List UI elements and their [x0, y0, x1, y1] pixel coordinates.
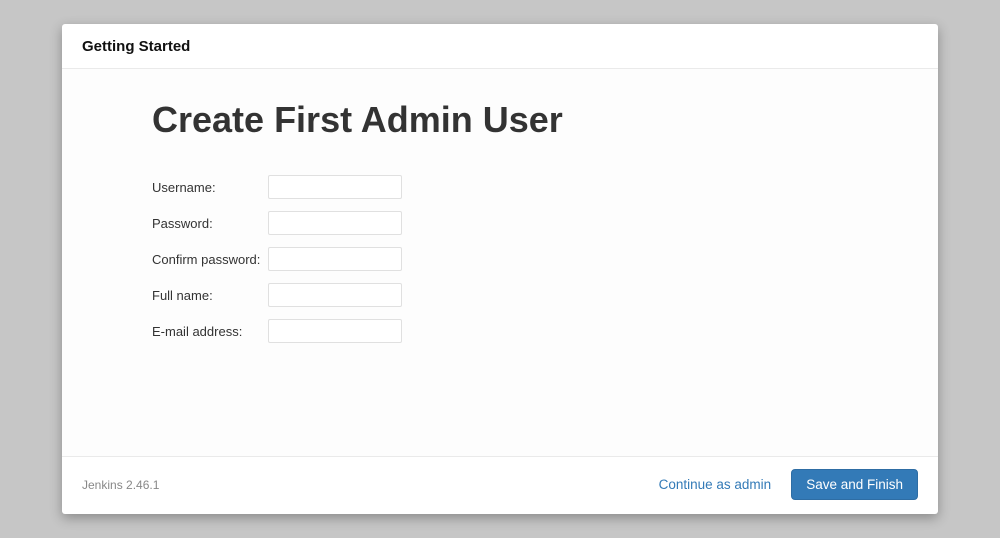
full-name-input[interactable] — [268, 283, 402, 307]
full-name-label: Full name: — [152, 277, 268, 313]
username-input[interactable] — [268, 175, 402, 199]
modal-header: Getting Started — [62, 24, 938, 69]
email-input[interactable] — [268, 319, 402, 343]
confirm-password-input[interactable] — [268, 247, 402, 271]
admin-user-form: Username: Password: Confirm password: Fu… — [152, 169, 402, 349]
version-text: Jenkins 2.46.1 — [82, 478, 159, 492]
footer-actions: Continue as admin Save and Finish — [655, 469, 918, 500]
page-title: Create First Admin User — [152, 99, 848, 141]
confirm-password-label: Confirm password: — [152, 241, 268, 277]
email-label: E-mail address: — [152, 313, 268, 349]
continue-as-admin-button[interactable]: Continue as admin — [655, 471, 776, 498]
password-input[interactable] — [268, 211, 402, 235]
modal-body: Create First Admin User Username: Passwo… — [62, 69, 938, 456]
modal-header-title: Getting Started — [82, 38, 918, 55]
password-label: Password: — [152, 205, 268, 241]
setup-wizard-modal: Getting Started Create First Admin User … — [62, 24, 938, 514]
save-and-finish-button[interactable]: Save and Finish — [791, 469, 918, 500]
username-label: Username: — [152, 169, 268, 205]
modal-footer: Jenkins 2.46.1 Continue as admin Save an… — [62, 456, 938, 514]
